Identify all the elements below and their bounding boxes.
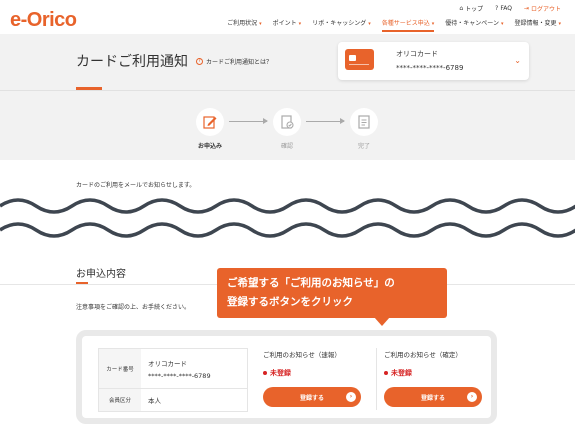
title-row: カードご利用通知 ? カードご利用通知とは？ オリコカード ****-****-…: [0, 34, 575, 90]
table-row: カード番号 オリコカード ****-****-****-6789: [99, 349, 247, 389]
faq-link-label: FAQ: [500, 5, 512, 12]
card-selector[interactable]: オリコカード ****-****-****-6789 ⌄: [338, 42, 529, 80]
nav-services[interactable]: 各種サービス申込 ▾: [381, 18, 435, 32]
eorico-logo[interactable]: e-Orico: [10, 9, 77, 32]
step-apply: お申込み: [180, 108, 240, 150]
logout-link[interactable]: ⇥ ログアウト: [524, 4, 561, 13]
nav-points[interactable]: ポイント ▾: [273, 18, 302, 32]
card-number-value: オリコカード ****-****-****-6789: [141, 349, 247, 388]
card-number: ****-****-****-6789: [148, 371, 211, 380]
register-button-label: 登録する: [420, 394, 445, 402]
divider: [376, 348, 377, 410]
logout-link-label: ログアウト: [530, 6, 561, 13]
document-check-icon: [273, 108, 301, 136]
chevron-down-icon: ▾: [298, 21, 302, 27]
nav-revo-cashing-label: リボ・キャッシング: [312, 20, 367, 27]
section-title: お申込内容: [76, 269, 126, 280]
title-band: カードご利用通知 ? カードご利用通知とは？ オリコカード ****-****-…: [0, 34, 575, 160]
instruction-callout: ご希望する「ご利用のお知らせ」の 登録するボタンをクリック: [217, 268, 447, 326]
status-label: 未登録: [270, 369, 291, 377]
member-type-value: 本人: [148, 397, 161, 405]
question-circle-icon: ?: [196, 58, 203, 65]
nav-campaigns-label: 優待・キャンペーン: [445, 20, 499, 27]
credit-card-icon: [345, 49, 374, 70]
nav-registration[interactable]: 登録情報・変更 ▾: [514, 18, 561, 32]
chevron-down-icon: ▾: [259, 21, 262, 27]
nav-services-label: 各種サービス申込: [381, 20, 430, 27]
step-confirm: 確認: [257, 108, 317, 150]
option-title: ご利用のお知らせ（確定）: [384, 351, 462, 359]
card-name: オリコカード: [396, 50, 438, 58]
callout-line-2: 登録するボタンをクリック: [227, 296, 353, 308]
page-title: カードご利用通知: [76, 54, 188, 70]
card-name: オリコカード: [148, 359, 187, 368]
status-badge: 未登録: [384, 368, 494, 378]
note-text: 注意事項をご確認の上、お手続ください。: [76, 304, 191, 311]
option-title: ご利用のお知らせ（速報）: [263, 351, 341, 359]
option-preliminary: ご利用のお知らせ（速報） 未登録 登録する ›: [263, 349, 373, 407]
chevron-down-icon: ▾: [368, 21, 371, 27]
status-dot-icon: [263, 371, 267, 375]
status-label: 未登録: [391, 369, 412, 377]
nav-usage[interactable]: ご利用状況 ▾: [227, 18, 262, 32]
card-number: ****-****-****-6789: [396, 64, 464, 72]
edit-icon: [196, 108, 224, 136]
document-icon: [350, 108, 378, 136]
chevron-down-icon: ▾: [431, 21, 435, 27]
help-link[interactable]: ? カードご利用通知とは？: [196, 57, 272, 66]
top-link-label: トップ: [465, 6, 484, 13]
table-row: 会員区分 本人: [99, 389, 247, 411]
member-type-key: 会員区分: [99, 389, 141, 411]
register-preliminary-button[interactable]: 登録する ›: [263, 387, 361, 407]
chevron-down-icon: ⌄: [514, 56, 521, 65]
card-number-key: カード番号: [99, 349, 141, 388]
nav-points-label: ポイント: [272, 20, 297, 27]
nav-campaigns[interactable]: 優待・キャンペーン ▾: [445, 18, 503, 32]
step-complete: 完了: [334, 108, 394, 150]
step-apply-label: お申込み: [197, 143, 222, 150]
utility-links: ⌂ トップ ? FAQ ⇥ ログアウト: [459, 4, 561, 13]
faq-link[interactable]: ? FAQ: [495, 4, 512, 13]
nav-registration-label: 登録情報・変更: [514, 20, 557, 27]
nav-revo-cashing[interactable]: リボ・キャッシング ▾: [312, 18, 371, 32]
register-confirmed-button[interactable]: 登録する ›: [384, 387, 482, 407]
step-indicator: お申込み 確認 完了: [0, 91, 575, 160]
application-panel: カード番号 オリコカード ****-****-****-6789 会員区分 本人…: [76, 330, 497, 424]
status-dot-icon: [384, 371, 388, 375]
step-confirm-label: 確認: [280, 143, 293, 150]
option-confirmed: ご利用のお知らせ（確定） 未登録 登録する ›: [384, 349, 494, 407]
arrow-right-icon: ›: [467, 392, 477, 402]
site-header: e-Orico ⌂ トップ ? FAQ ⇥ ログアウト ご利用状況 ▾ ポイント ▾ リボ…: [0, 0, 575, 34]
home-icon: ⌂: [459, 5, 464, 12]
top-link[interactable]: ⌂ トップ: [459, 4, 483, 13]
question-icon: ?: [495, 5, 499, 12]
chevron-down-icon: ▾: [558, 21, 561, 27]
nav-usage-label: ご利用状況: [227, 20, 258, 27]
help-link-label: カードご利用通知とは？: [206, 59, 273, 66]
global-nav: ご利用状況 ▾ ポイント ▾ リボ・キャッシング ▾ 各種サービス申込 ▾ 優待・キャン…: [227, 18, 561, 32]
section-underline: [76, 282, 88, 284]
register-button-label: 登録する: [299, 394, 324, 402]
logout-icon: ⇥: [523, 5, 529, 12]
content-break-waves: [0, 198, 575, 238]
chevron-down-icon: ▾: [500, 21, 504, 27]
card-info-table: カード番号 オリコカード ****-****-****-6789 会員区分 本人: [98, 348, 248, 412]
arrow-right-icon: ›: [346, 392, 356, 402]
step-complete-label: 完了: [357, 143, 370, 150]
callout-line-1: ご希望する「ご利用のお知らせ」の: [227, 277, 395, 289]
status-badge: 未登録: [263, 368, 373, 378]
page: e-Orico ⌂ トップ ? FAQ ⇥ ログアウト ご利用状況 ▾ ポイント ▾ リボ…: [0, 0, 575, 447]
intro-text: カードのご利用をメールでお知らせします。: [76, 182, 196, 189]
